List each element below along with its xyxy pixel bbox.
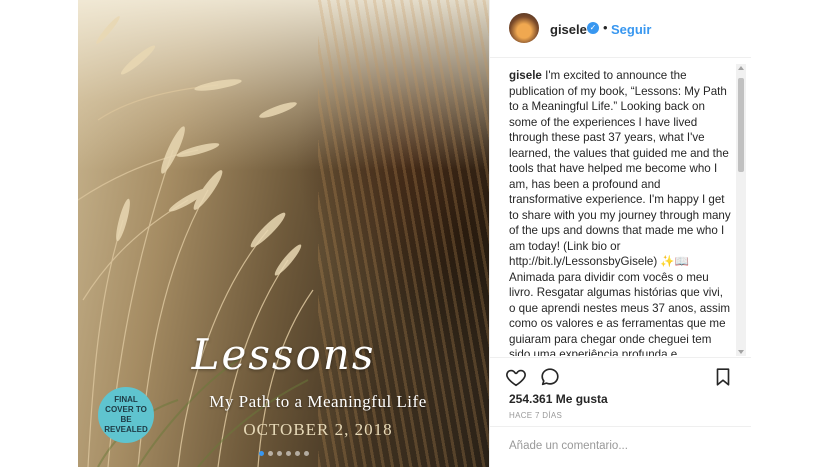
caption-text: I'm excited to announce the publication … (509, 69, 731, 356)
scroll-up-arrow-icon[interactable] (738, 66, 744, 70)
scrollbar-thumb[interactable] (738, 78, 744, 172)
avatar[interactable] (509, 13, 539, 43)
carousel-dot[interactable] (285, 451, 291, 456)
carousel-dot[interactable] (303, 451, 309, 456)
post-sidebar: gisele ✓ • Seguir gisele I'm excited to … (489, 0, 751, 467)
caption-username[interactable]: gisele (509, 69, 542, 82)
carousel-dot[interactable] (276, 451, 282, 456)
carousel-dot[interactable] (267, 451, 273, 456)
follow-button[interactable]: Seguir (611, 22, 651, 37)
verified-icon: ✓ (587, 22, 599, 34)
carousel-dot[interactable] (258, 451, 264, 456)
cover-date: OCTOBER 2, 2018 (243, 420, 393, 439)
instagram-post: Lessons My Path to a Meaningful Life OCT… (78, 0, 751, 467)
badge-text: FINAL COVER TO BE REVEALED (104, 395, 148, 434)
caption: gisele I'm excited to announce the publi… (509, 68, 731, 356)
bookmark-icon[interactable] (712, 366, 734, 388)
scroll-down-arrow-icon[interactable] (738, 350, 744, 354)
comment-icon[interactable] (539, 366, 561, 388)
likes-count[interactable]: 254.361 Me gusta (509, 392, 608, 406)
final-cover-badge: FINAL COVER TO BE REVEALED (98, 387, 154, 443)
header-separator: • (603, 20, 608, 35)
cover-subtitle: My Path to a Meaningful Life (209, 392, 427, 411)
post-timestamp[interactable]: HACE 7 DÍAS (509, 411, 562, 420)
carousel-dots (78, 451, 489, 456)
caption-area[interactable]: gisele I'm excited to announce the publi… (490, 58, 751, 356)
username-link[interactable]: gisele (550, 22, 587, 37)
post-header: gisele ✓ • Seguir (490, 0, 751, 58)
post-photo[interactable]: Lessons My Path to a Meaningful Life OCT… (78, 0, 489, 467)
cover-title: Lessons (191, 330, 376, 379)
caption-scrollbar[interactable] (736, 64, 746, 356)
carousel-dot[interactable] (294, 451, 300, 456)
comment-input[interactable] (507, 439, 731, 453)
heart-icon[interactable] (505, 366, 527, 388)
comment-bar (490, 426, 751, 468)
